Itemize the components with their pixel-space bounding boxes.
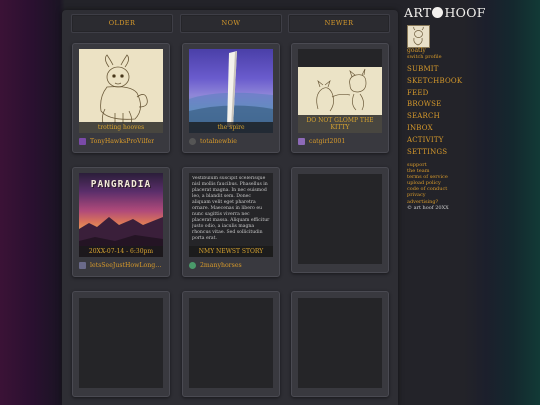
- empty-card: [291, 167, 389, 273]
- menu-item-activity[interactable]: ACTIVITY: [407, 135, 462, 147]
- submission-caption: DO NOT GLOMP THE KITTY: [298, 115, 382, 133]
- avatar[interactable]: [189, 261, 196, 269]
- submission-thumbnail[interactable]: DO NOT GLOMP THE KITTY: [298, 49, 382, 133]
- current-username[interactable]: goatly: [407, 47, 426, 54]
- empty-card: [182, 291, 280, 397]
- menu-item-feed[interactable]: FEED: [407, 88, 462, 100]
- username-link[interactable]: totalnewbie: [200, 138, 237, 145]
- submission-card[interactable]: the spire totalnewbie: [182, 43, 280, 153]
- empty-thumbnail: [189, 298, 273, 388]
- goat-sketch-image: [100, 54, 148, 124]
- goat-avatar-icon: [413, 26, 424, 46]
- avatar[interactable]: [298, 137, 305, 145]
- empty-card: [291, 291, 389, 397]
- story-excerpt: Vestibulum suscipit scelerisque nisl mol…: [192, 176, 270, 241]
- submission-caption: the spire: [189, 122, 273, 133]
- copyright: © art hoof 20XX: [407, 204, 449, 211]
- submission-thumbnail[interactable]: Vestibulum suscipit scelerisque nisl mol…: [189, 173, 273, 257]
- submission-card[interactable]: Vestibulum suscipit scelerisque nisl mol…: [182, 167, 280, 277]
- menu-item-settings[interactable]: SETTINGS: [407, 147, 462, 159]
- empty-thumbnail: [298, 298, 382, 388]
- now-button[interactable]: NOW: [180, 14, 282, 33]
- username-link[interactable]: letsSeeJustHowLongOf...: [90, 262, 165, 269]
- spire-image: [189, 51, 273, 133]
- avatar[interactable]: [79, 261, 86, 269]
- main-menu: SUBMIT SKETCHBOOK FEED BROWSE SEARCH INB…: [407, 64, 462, 158]
- menu-item-inbox[interactable]: INBOX: [407, 123, 462, 135]
- logo-dot-icon: [432, 7, 444, 18]
- submission-card[interactable]: trotting hooves TonyHawksProVilfer: [72, 43, 170, 153]
- switch-profile-link[interactable]: switch profile: [407, 54, 442, 60]
- submission-caption: 20XX-07-14 - 6:30pm: [79, 246, 163, 257]
- menu-item-sketchbook[interactable]: SKETCHBOOK: [407, 76, 462, 88]
- username-link[interactable]: TonyHawksProVilfer: [90, 138, 154, 145]
- menu-item-submit[interactable]: SUBMIT: [407, 64, 462, 76]
- submission-thumbnail[interactable]: the spire: [189, 49, 273, 133]
- submission-card[interactable]: DO NOT GLOMP THE KITTY catgirl2001: [291, 43, 389, 153]
- logo-text-right: HOOF: [444, 5, 486, 20]
- empty-thumbnail: [79, 298, 163, 388]
- sidebar: ART HOOF goatly switch profile SUBMIT SKE…: [402, 0, 485, 405]
- username-link[interactable]: catgirl2001: [309, 138, 345, 145]
- footer-links: support the team terms of service upload…: [407, 162, 449, 211]
- profile-avatar[interactable]: [407, 25, 430, 48]
- avatar[interactable]: [79, 137, 86, 145]
- submission-caption: NMY NEWST STORY: [189, 246, 273, 257]
- menu-item-browse[interactable]: BROWSE: [407, 99, 462, 111]
- art-title: PANGRADIA: [90, 179, 152, 190]
- logo-text-left: ART: [404, 5, 432, 20]
- username-link[interactable]: 2manyhorses: [200, 262, 242, 269]
- empty-card: [72, 291, 170, 397]
- menu-item-search[interactable]: SEARCH: [407, 111, 462, 123]
- site-logo[interactable]: ART HOOF: [404, 5, 486, 20]
- older-button[interactable]: OLDER: [71, 14, 173, 33]
- avatar[interactable]: [189, 137, 196, 145]
- submission-caption: trotting hooves: [79, 122, 163, 133]
- submission-card[interactable]: PANGRADIA 20XX-07-14 - 6:30pm letsSeeJus…: [72, 167, 170, 277]
- empty-thumbnail: [298, 174, 382, 264]
- newer-button[interactable]: NEWER: [288, 14, 390, 33]
- submission-thumbnail[interactable]: trotting hooves: [79, 49, 163, 133]
- submission-thumbnail[interactable]: PANGRADIA 20XX-07-14 - 6:30pm: [79, 173, 163, 257]
- gallery-panel: OLDER NOW NEWER trotting hooves TonyHawk…: [62, 10, 398, 405]
